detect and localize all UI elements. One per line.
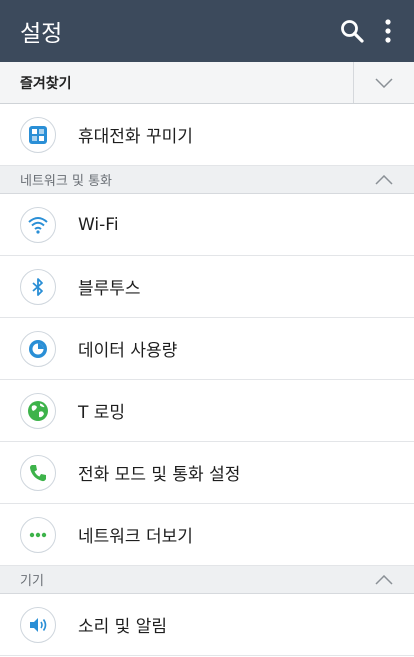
list-item-label: 데이터 사용량 — [78, 341, 178, 361]
list-item-bluetooth[interactable]: 블루투스 — [0, 256, 414, 318]
network-collapse-toggle[interactable] — [354, 174, 414, 185]
list-item-label: 휴대전화 꾸미기 — [78, 127, 193, 147]
network-section-header[interactable]: 네트워크 및 통화 — [0, 166, 414, 194]
device-section-header[interactable]: 기기 — [0, 566, 414, 594]
page-title: 설정 — [20, 21, 63, 47]
section-label: 네트워크 및 통화 — [20, 174, 112, 189]
list-item-phone-customize[interactable]: 휴대전화 꾸미기 — [0, 104, 414, 166]
data-usage-icon — [29, 339, 47, 358]
list-item-label: Wi-Fi — [78, 214, 119, 235]
list-item-label: 네트워크 더보기 — [78, 527, 193, 547]
phone-icon — [30, 464, 46, 481]
phone-customize-icon — [29, 125, 47, 144]
more-icon — [29, 532, 47, 537]
wifi-icon — [28, 216, 48, 234]
chevron-up-icon — [375, 574, 393, 585]
search-button[interactable] — [334, 9, 370, 53]
speaker-icon — [30, 617, 47, 632]
list-item-sound-notifications[interactable]: 소리 및 알림 — [0, 594, 414, 656]
chevron-up-icon — [375, 174, 393, 185]
more-vert-icon — [385, 19, 391, 43]
app-bar: 설정 — [0, 0, 414, 62]
device-collapse-toggle[interactable] — [354, 574, 414, 585]
favorites-header[interactable]: 즐겨찾기 — [0, 62, 414, 104]
list-item-data-usage[interactable]: 데이터 사용량 — [0, 318, 414, 380]
chevron-down-icon — [375, 77, 393, 88]
search-icon — [341, 20, 364, 43]
favorites-toggle[interactable] — [353, 62, 414, 103]
list-item-label: 소리 및 알림 — [78, 617, 168, 637]
list-item-call-settings[interactable]: 전화 모드 및 통화 설정 — [0, 442, 414, 504]
section-label: 기기 — [20, 574, 44, 589]
list-item-label: 블루투스 — [78, 279, 141, 299]
favorites-label: 즐겨찾기 — [20, 75, 72, 92]
bluetooth-icon — [32, 277, 43, 296]
list-item-more-networks[interactable]: 네트워크 더보기 — [0, 504, 414, 566]
more-options-button[interactable] — [370, 9, 406, 53]
list-item-label: T 로밍 — [78, 403, 126, 423]
list-item-t-roaming[interactable]: T 로밍 — [0, 380, 414, 442]
list-item-wifi[interactable]: Wi-Fi — [0, 194, 414, 256]
list-item-label: 전화 모드 및 통화 설정 — [78, 465, 241, 485]
globe-icon — [28, 400, 48, 421]
